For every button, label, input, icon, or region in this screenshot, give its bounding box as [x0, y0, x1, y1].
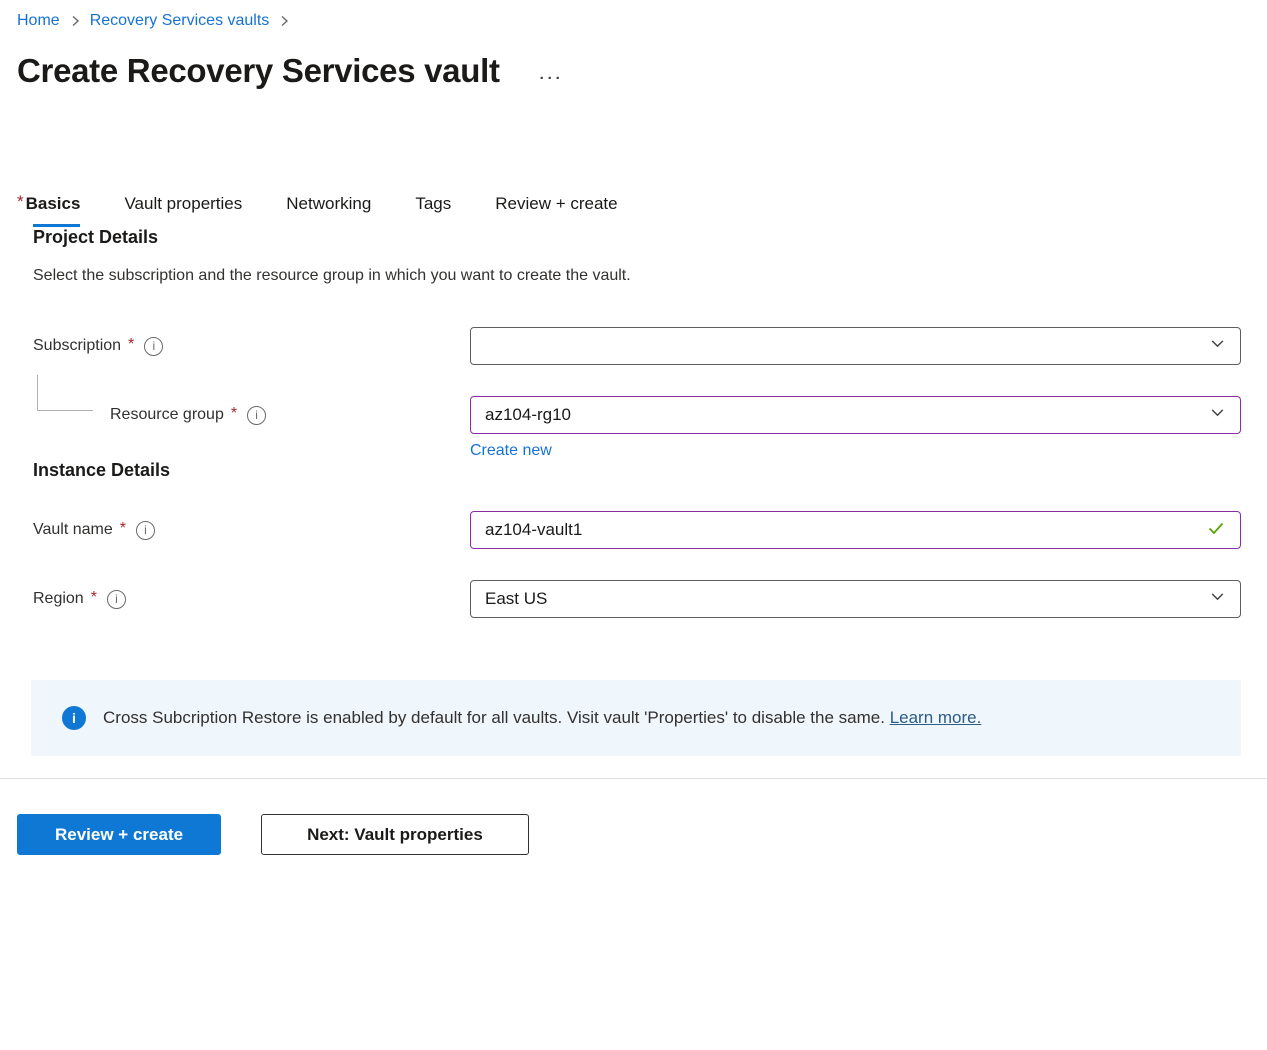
region-dropdown-value: East US: [485, 589, 547, 609]
info-banner-text: Cross Subcription Restore is enabled by …: [103, 708, 981, 728]
required-asterisk: *: [17, 192, 24, 212]
chevron-right-icon: [278, 14, 290, 28]
tab-review-create[interactable]: Review + create: [495, 194, 617, 227]
create-recovery-services-vault-page: Home Recovery Services vaults Create Rec…: [0, 0, 1267, 855]
info-icon[interactable]: i: [247, 406, 266, 425]
tab-tags[interactable]: Tags: [415, 194, 451, 227]
project-details-fields: Subscription * i Resource group * i: [33, 327, 1241, 460]
required-asterisk: *: [231, 405, 237, 423]
required-asterisk: *: [91, 589, 97, 607]
info-banner: i Cross Subcription Restore is enabled b…: [31, 680, 1241, 756]
resource-group-label-group: Resource group * i: [33, 406, 470, 425]
tab-vault-properties-label: Vault properties: [124, 194, 242, 214]
next-vault-properties-button[interactable]: Next: Vault properties: [261, 814, 529, 855]
vault-name-input-wrapper: [470, 511, 1241, 549]
required-asterisk: *: [120, 520, 126, 538]
info-icon[interactable]: i: [107, 590, 126, 609]
vault-name-field-row: Vault name * i: [33, 511, 1241, 549]
region-label: Region: [33, 590, 84, 608]
subscription-label-group: Subscription * i: [33, 337, 470, 356]
chevron-down-icon: [1209, 588, 1226, 610]
breadcrumb: Home Recovery Services vaults: [17, 12, 1241, 30]
breadcrumb-link-recovery-services-vaults[interactable]: Recovery Services vaults: [90, 12, 270, 30]
breadcrumb-link-home[interactable]: Home: [17, 12, 60, 30]
chevron-down-icon: [1209, 335, 1226, 357]
instance-details-heading: Instance Details: [33, 460, 1241, 481]
subscription-field-row: Subscription * i: [33, 327, 1241, 365]
resource-group-dropdown[interactable]: az104-rg10: [470, 396, 1241, 434]
tab-tags-label: Tags: [415, 194, 451, 214]
subscription-label: Subscription: [33, 337, 121, 355]
region-field-row: Region * i East US: [33, 580, 1241, 618]
info-icon[interactable]: i: [136, 521, 155, 540]
required-asterisk: *: [128, 336, 134, 354]
basics-tab-content: Project Details Select the subscription …: [17, 227, 1241, 618]
footer-divider: [0, 778, 1267, 779]
chevron-right-icon: [69, 14, 81, 28]
info-banner-message: Cross Subcription Restore is enabled by …: [103, 708, 890, 727]
project-details-heading: Project Details: [33, 227, 1241, 248]
instance-details-fields: Vault name * i Region * i: [33, 511, 1241, 618]
tab-basics-label: Basics: [26, 194, 81, 214]
chevron-down-icon: [1209, 404, 1226, 426]
resource-group-label: Resource group: [110, 406, 224, 424]
region-label-group: Region * i: [33, 590, 470, 609]
tab-vault-properties[interactable]: Vault properties: [124, 194, 242, 227]
more-options-button[interactable]: ···: [534, 70, 570, 87]
learn-more-link[interactable]: Learn more.: [890, 708, 982, 727]
region-dropdown[interactable]: East US: [470, 580, 1241, 618]
resource-group-field-row: Resource group * i az104-rg10: [33, 396, 1241, 434]
tab-basics[interactable]: * Basics: [17, 194, 80, 227]
page-title: Create Recovery Services vault: [17, 52, 500, 90]
info-icon[interactable]: i: [144, 337, 163, 356]
resource-group-dropdown-value: az104-rg10: [485, 405, 571, 425]
tab-networking-label: Networking: [286, 194, 371, 214]
project-details-description: Select the subscription and the resource…: [33, 267, 1241, 285]
footer-actions: Review + create Next: Vault properties: [17, 814, 1241, 855]
info-icon: i: [62, 706, 86, 730]
tab-networking[interactable]: Networking: [286, 194, 371, 227]
review-create-button[interactable]: Review + create: [17, 814, 221, 855]
validation-success-check-icon: [1206, 518, 1226, 543]
vault-name-label-group: Vault name * i: [33, 521, 470, 540]
field-connector-line: [37, 375, 93, 411]
vault-name-input[interactable]: [485, 520, 1196, 540]
tab-review-create-label: Review + create: [495, 194, 617, 214]
subscription-dropdown[interactable]: [470, 327, 1241, 365]
title-row: Create Recovery Services vault ···: [17, 52, 1241, 90]
vault-name-label: Vault name: [33, 521, 113, 539]
create-new-resource-group-link[interactable]: Create new: [470, 442, 552, 460]
tab-bar: * Basics Vault properties Networking Tag…: [17, 194, 1241, 227]
